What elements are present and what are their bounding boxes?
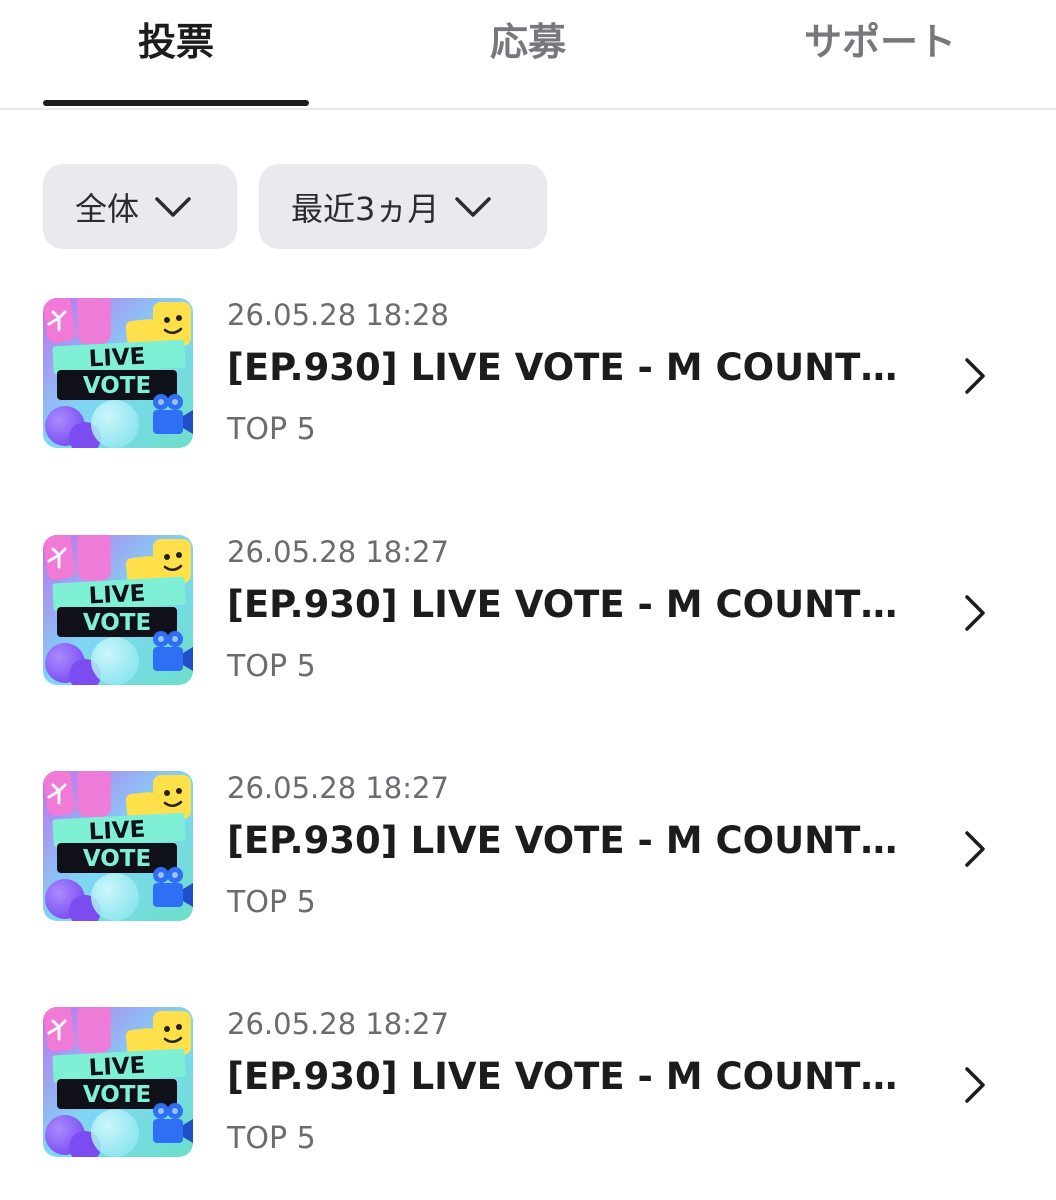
item-timestamp: 26.05.28 18:27 (227, 535, 449, 569)
live-vote-thumbnail: LIVE VOTE (43, 535, 193, 685)
live-vote-thumbnail: LIVE VOTE (43, 771, 193, 921)
chevron-down-icon (155, 196, 191, 217)
list-item[interactable]: LIVE VOTE 26.05.28 18:27 [EP.930] LIVE V… (0, 771, 1056, 931)
svg-text:VOTE: VOTE (83, 1082, 151, 1108)
live-vote-thumbnail: LIVE VOTE (43, 298, 193, 448)
item-title: [EP.930] LIVE VOTE - M COUNTDOWN (227, 819, 902, 862)
svg-text:LIVE: LIVE (88, 344, 146, 373)
tab-apply[interactable]: 応募 (395, 12, 661, 72)
item-subtitle: TOP 5 (227, 412, 316, 447)
chevron-right-icon (965, 595, 985, 631)
item-timestamp: 26.05.28 18:28 (227, 298, 449, 332)
svg-text:VOTE: VOTE (83, 610, 151, 636)
svg-text:LIVE: LIVE (88, 1053, 146, 1082)
item-timestamp: 26.05.28 18:27 (227, 1007, 449, 1041)
item-subtitle: TOP 5 (227, 885, 316, 920)
svg-text:LIVE: LIVE (88, 581, 146, 610)
svg-text:VOTE: VOTE (83, 846, 151, 872)
period-filter-dropdown[interactable]: 最近3ヵ月 (259, 164, 547, 249)
chevron-right-icon (965, 831, 985, 867)
category-filter-label: 全体 (75, 189, 140, 228)
list-item[interactable]: LIVE VOTE 26.05.28 18:27 [EP.930] LIVE V… (0, 535, 1056, 695)
svg-text:LIVE: LIVE (88, 817, 146, 846)
chevron-down-icon (455, 196, 492, 217)
item-title: [EP.930] LIVE VOTE - M COUNTDOWN (227, 583, 902, 626)
tab-support[interactable]: サポート (747, 12, 1013, 72)
chevron-right-icon (965, 1067, 985, 1103)
list-item[interactable]: LIVE VOTE 26.05.28 18:27 [EP.930] LIVE V… (0, 1007, 1056, 1167)
item-subtitle: TOP 5 (227, 649, 316, 684)
active-tab-indicator (43, 100, 309, 106)
chevron-right-icon (965, 358, 985, 394)
tab-vote[interactable]: 投票 (43, 12, 309, 72)
list-item[interactable]: LIVE VOTE 26.05.28 18:28 [EP.930] LIVE V… (0, 298, 1056, 458)
svg-text:VOTE: VOTE (83, 373, 151, 399)
item-title: [EP.930] LIVE VOTE - M COUNTDOWN (227, 1055, 902, 1098)
live-vote-thumbnail: LIVE VOTE (43, 1007, 193, 1157)
category-filter-dropdown[interactable]: 全体 (43, 164, 237, 249)
item-timestamp: 26.05.28 18:27 (227, 771, 449, 805)
period-filter-label: 最近3ヵ月 (291, 189, 440, 228)
tab-bar: 投票 応募 サポート (0, 0, 1056, 110)
item-title: [EP.930] LIVE VOTE - M COUNTDOWN (227, 346, 902, 389)
item-subtitle: TOP 5 (227, 1121, 316, 1156)
